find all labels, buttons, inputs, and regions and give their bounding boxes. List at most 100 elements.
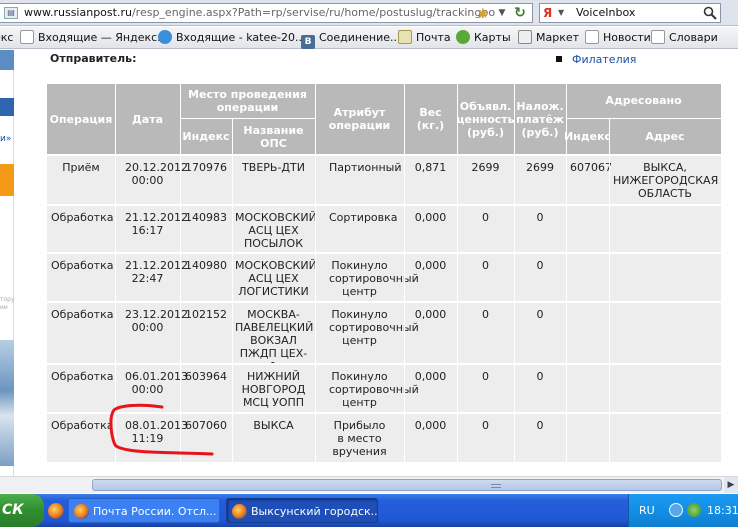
bullet-icon xyxy=(556,56,562,62)
bookmark-label: Входящие — Яндекс... xyxy=(38,31,168,44)
scroll-right-icon[interactable]: ▶ xyxy=(724,477,738,493)
cell-addr xyxy=(609,254,721,301)
header-operation: Операция xyxy=(47,84,115,154)
bookmark-item[interactable]: Словари xyxy=(651,29,718,47)
bookmark-label: Соединение... xyxy=(319,31,401,44)
clock: 18:31 xyxy=(707,504,738,517)
cell-addr: ВЫКСА, НИЖЕГОРОДСКАЯ ОБЛАСТЬ xyxy=(613,161,719,200)
cell-addr-index xyxy=(566,365,609,412)
cell-operation: Обработка xyxy=(51,211,114,224)
cell-date: 21.12.2012 22:47 xyxy=(125,259,188,285)
search-text: VoiceInbox xyxy=(576,6,636,19)
url-host: www.russianpost.ru xyxy=(24,6,132,19)
bookmark-item[interactable]: Почта xyxy=(398,29,451,47)
tray-antivirus-icon[interactable] xyxy=(687,503,701,517)
cell-declared: 0 xyxy=(482,259,489,272)
header-addressed-address: Адрес xyxy=(609,119,721,154)
bookmark-item[interactable]: екс xyxy=(0,29,13,47)
map-icon xyxy=(456,30,470,44)
tracking-table: Операция Дата Место проведения операции Инд… xyxy=(47,84,721,462)
task-label: Почта России. Отсл... xyxy=(93,505,217,518)
taskbar-task-russianpost[interactable]: Почта России. Отсл... xyxy=(68,498,220,523)
cell-cod: 0 xyxy=(536,308,544,321)
taskbar-task-vyksa[interactable]: Выксунский городск... xyxy=(226,498,378,523)
bookmarks-bar: екс Входящие — Яндекс... Входящие - katee-… xyxy=(0,27,738,49)
bookmark-label: Маркет xyxy=(536,31,580,44)
quicklaunch-browser-icon[interactable] xyxy=(48,503,64,519)
cell-date: 08.01.2013 11:19 xyxy=(125,419,188,445)
cell-date: 20.12.2012 00:00 xyxy=(125,161,188,187)
cell-name: ВЫКСА xyxy=(253,419,294,432)
header-place-group: Место проведения операции xyxy=(180,84,315,117)
vk-icon: В xyxy=(301,35,315,49)
header-place-name: Название ОПС xyxy=(232,119,315,154)
bookmark-item[interactable]: Новости xyxy=(585,29,651,47)
cell-name: МОСКОВСКИЙ АСЦ ЦЕХ ЛОГИСТИКИ xyxy=(235,259,317,298)
column-divider xyxy=(514,84,515,462)
site-identity-icon[interactable]: ▤ xyxy=(4,7,18,19)
bookmark-item[interactable]: Карты xyxy=(456,29,511,47)
header-weight: Вес (кг.) xyxy=(404,84,457,154)
bookmark-item[interactable]: В Соединение... xyxy=(301,29,401,49)
header-divider xyxy=(566,118,721,119)
start-button[interactable]: ск xyxy=(0,494,44,527)
bookmark-item[interactable]: Входящие — Яндекс... xyxy=(20,29,168,47)
search-field[interactable]: Я ▼ VoiceInbox xyxy=(539,3,721,23)
cell-weight: 0,000 xyxy=(414,370,447,383)
header-date: Дата xyxy=(115,84,180,154)
search-icon[interactable] xyxy=(703,6,717,20)
column-divider xyxy=(404,84,405,462)
tray-network-icon[interactable] xyxy=(669,503,683,517)
cell-attribute: Партионный xyxy=(329,161,402,174)
cell-operation: Обработка xyxy=(51,308,114,321)
cell-declared: 0 xyxy=(482,419,489,432)
horizontal-scrollbar[interactable]: ▶ xyxy=(0,476,738,493)
cell-operation: Обработка xyxy=(51,419,114,432)
philately-link-label[interactable]: Филателия xyxy=(572,53,636,66)
url-field[interactable]: ▤ www.russianpost.ru/resp_engine.aspx?Pa… xyxy=(0,3,533,23)
yandex-logo-icon[interactable]: Я xyxy=(543,4,552,22)
task-label: Выксунский городск... xyxy=(251,505,378,518)
column-divider xyxy=(609,119,610,462)
cell-weight: 0,000 xyxy=(414,419,447,432)
column-divider xyxy=(115,84,116,462)
sender-label: Отправитель: xyxy=(50,52,137,65)
cell-weight: 0,871 xyxy=(414,161,447,174)
cell-attribute: Прибыло в место вручения xyxy=(332,419,387,458)
cell-name: ТВЕРЬ-ДТИ xyxy=(242,161,305,174)
header-cod: Налож. платёж (руб.) xyxy=(514,84,566,154)
sidebar-link[interactable]: и» xyxy=(0,134,11,144)
system-tray: RU 18:31 xyxy=(628,494,738,527)
cell-cod: 0 xyxy=(536,370,544,383)
url-path: /resp_engine.aspx?Path=rp/servise/ru/hom… xyxy=(131,6,496,19)
cell-index: 140983 xyxy=(185,211,227,224)
search-engine-dropdown-icon[interactable]: ▼ xyxy=(558,4,564,22)
bookmark-item[interactable]: Входящие - katee-20... xyxy=(158,29,305,47)
reload-icon[interactable]: ↻ xyxy=(511,4,529,22)
header-addressed-index: Индекс xyxy=(564,119,611,154)
cell-name: МОСКОВСКИЙ АСЦ ЦЕХ ПОСЫЛОК xyxy=(235,211,317,250)
cell-cod: 0 xyxy=(536,259,544,272)
column-divider xyxy=(566,84,567,462)
taskbar: ск Почта России. Отсл... Выксунский горо… xyxy=(0,494,738,527)
url-history-dropdown-icon[interactable]: ▼ xyxy=(495,4,509,22)
bookmark-star-icon[interactable]: ★ xyxy=(474,4,492,22)
cell-declared: 0 xyxy=(482,370,489,383)
left-sidebar-fragment: и» тору ии xyxy=(0,50,15,476)
bookmark-item[interactable]: Маркет xyxy=(518,29,579,47)
language-indicator[interactable]: RU xyxy=(639,494,655,527)
scrollbar-thumb[interactable] xyxy=(92,479,722,491)
cell-attribute: Покинуло сортировочный центр xyxy=(329,370,419,409)
cell-cod: 0 xyxy=(536,211,544,224)
header-divider xyxy=(180,118,315,119)
cell-attribute: Покинуло сортировочный центр xyxy=(329,259,419,298)
cell-addr-index xyxy=(566,206,609,252)
sidebar-orange-banner[interactable] xyxy=(0,164,14,196)
page-icon xyxy=(651,30,665,44)
philately-link[interactable]: Филателия xyxy=(556,53,636,66)
header-place-index: Индекс xyxy=(180,119,232,154)
cell-attribute: Покинуло сортировочный центр xyxy=(329,308,419,347)
bookmark-label: Входящие - katee-20... xyxy=(176,31,306,44)
column-divider xyxy=(180,84,181,462)
firefox-icon xyxy=(232,504,247,519)
